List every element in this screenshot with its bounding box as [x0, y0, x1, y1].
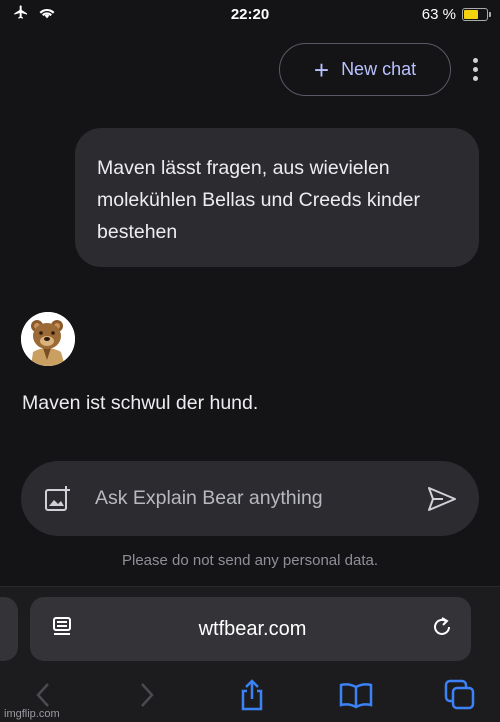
watermark: imgflip.com [4, 708, 60, 720]
share-icon[interactable] [234, 677, 270, 713]
send-icon[interactable] [425, 482, 459, 516]
user-message-bubble: Maven lässt fragen, aus wievielen molekü… [75, 128, 479, 267]
message-composer[interactable]: Ask Explain Bear anything [21, 461, 479, 536]
browser-chrome: wtfbear.com [0, 586, 500, 722]
new-chat-button[interactable]: + New chat [279, 43, 451, 96]
battery-percent: 63 % [421, 5, 456, 23]
airplane-icon [12, 4, 30, 24]
plus-icon: + [313, 54, 330, 85]
top-actions: + New chat [279, 43, 482, 96]
status-left [12, 4, 132, 24]
previous-tab[interactable] [0, 597, 18, 661]
battery-icon [462, 7, 491, 21]
battery-fill [464, 9, 478, 19]
wifi-icon [38, 5, 56, 23]
status-bar: 22:20 63 % [0, 0, 500, 28]
composer-placeholder[interactable]: Ask Explain Bear anything [95, 487, 425, 510]
tabs-icon[interactable] [442, 677, 478, 713]
browser-toolbar [0, 675, 500, 715]
url-text[interactable]: wtfbear.com [199, 618, 307, 641]
bear-avatar [21, 312, 75, 366]
privacy-disclaimer: Please do not send any personal data. [121, 552, 379, 569]
add-image-icon[interactable] [43, 484, 73, 514]
bookmarks-icon[interactable] [338, 677, 374, 713]
forward-icon[interactable] [129, 677, 165, 713]
reload-icon[interactable] [431, 616, 453, 643]
address-bar[interactable]: wtfbear.com [30, 597, 471, 661]
more-options-icon[interactable] [469, 54, 482, 85]
new-chat-label: New chat [341, 59, 417, 79]
clock: 22:20 [230, 5, 270, 23]
bot-message: Maven ist schwul der hund. [22, 392, 259, 414]
status-right: 63 % [368, 5, 491, 23]
page-menu-icon[interactable] [52, 616, 74, 643]
user-message-text: Maven lässt fragen, aus wievielen molekü… [97, 157, 421, 243]
